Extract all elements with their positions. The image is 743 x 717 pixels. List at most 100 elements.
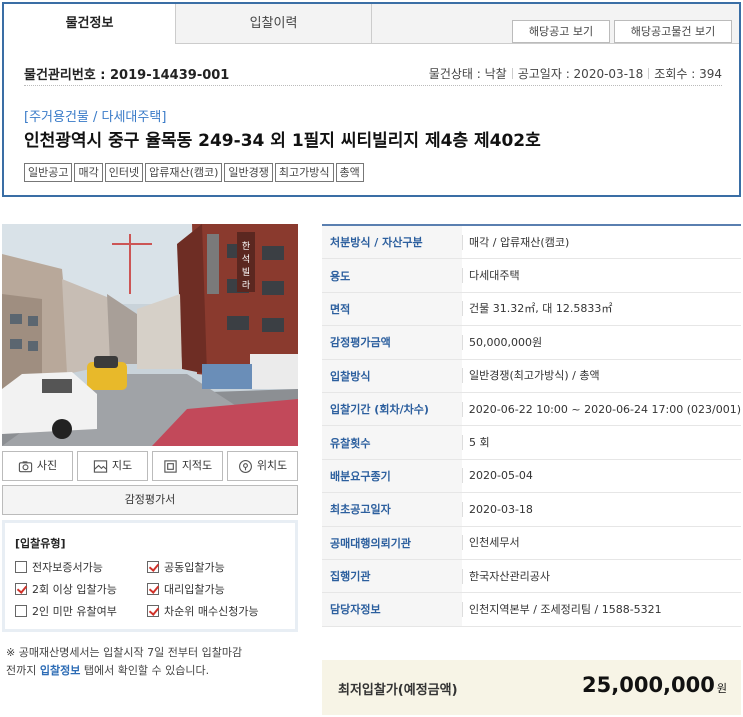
item-header-panel: 물건정보 입찰이력 해당공고 보기 해당공고물건 보기 물건관리번호 : 201…	[2, 2, 741, 197]
property-photo[interactable]: 한 석 빌 라	[2, 224, 298, 446]
bid-option: 공동입찰가능	[147, 559, 293, 575]
tag: 인터넷	[104, 163, 144, 182]
detail-row: 감정평가금액 50,000,000원	[322, 326, 741, 360]
media-button-group: 사진 지도 지적도 위치도	[2, 451, 298, 481]
detail-value: 인천세무서	[462, 535, 741, 551]
detail-row: 입찰방식 일반경쟁(최고가방식) / 총액	[322, 359, 741, 393]
photo-button-label: 사진	[36, 459, 58, 472]
bid-option: 2인 미만 유찰여부	[15, 603, 147, 619]
divider	[648, 68, 650, 79]
detail-row: 공매대행의뢰기관 인천세무서	[322, 526, 741, 560]
price-unit: 원	[716, 682, 727, 695]
checkbox	[15, 583, 27, 595]
notice-text-part: 탭에서 확인할 수 있습니다.	[80, 664, 210, 677]
bid-option: 대리입찰가능	[147, 581, 293, 597]
tab-bid-history[interactable]: 입찰이력	[176, 4, 372, 44]
tag: 일반공고	[24, 163, 73, 182]
notice-line-1: ※ 공매재산명세서는 입찰시작 7일 전부터 입찰마감	[6, 646, 243, 659]
bid-option: 전자보증서가능	[15, 559, 147, 575]
detail-label: 감정평가금액	[322, 326, 462, 359]
bid-option-label: 2인 미만 유찰여부	[32, 605, 117, 618]
bid-type-title: [입찰유형]	[15, 537, 66, 550]
tab-item-info[interactable]: 물건정보	[4, 4, 176, 44]
detail-label: 처분방식 / 자산구분	[322, 226, 462, 259]
detail-value: 2020-06-22 10:00 ~ 2020-06-24 17:00 (023…	[461, 401, 741, 417]
tag: 압류재산(캠코)	[145, 163, 223, 182]
svg-text:라: 라	[242, 280, 251, 291]
bid-option-label: 공동입찰가능	[164, 561, 225, 574]
detail-row: 최초공고일자 2020-03-18	[322, 493, 741, 527]
cadastral-map-button-label: 지적도	[181, 459, 213, 472]
detail-row: 입찰기간 (회차/차수) 2020-06-22 10:00 ~ 2020-06-2…	[322, 392, 741, 427]
bid-type-options: 전자보증서가능 공동입찰가능 2회 이상 입찰가능 대리입찰가능 2인 미만 유…	[15, 559, 285, 619]
cadastral-map-button[interactable]: 지적도	[152, 451, 223, 481]
bid-option-label: 전자보증서가능	[32, 561, 103, 574]
detail-value: 50,000,000원	[462, 334, 741, 350]
minimum-bid-price-value: 25,000,000 원	[582, 673, 727, 697]
detail-label: 집행기관	[322, 559, 462, 593]
detail-value: 한국자산관리공사	[462, 568, 741, 584]
detail-label: 최초공고일자	[322, 493, 462, 526]
item-info-row: 물건관리번호 : 2019-14439-001 물건상태 : 낙찰 공고일자 : …	[24, 62, 722, 86]
notice-date: 공고일자 : 2020-03-18	[517, 67, 644, 81]
detail-row: 담당자정보 인천지역본부 / 조세정리팀 / 1588-5321	[322, 593, 741, 627]
item-detail-table: 처분방식 / 자산구분 매각 / 압류재산(캠코) 용도 다세대주택 면적 건물 31…	[322, 224, 741, 627]
detail-value: 일반경쟁(최고가방식) / 총액	[462, 368, 741, 384]
detail-row: 면적 건물 31.32㎡, 대 12.5833㎡	[322, 292, 741, 327]
map-button-label: 지도	[111, 459, 133, 472]
management-number: 물건관리번호 : 2019-14439-001	[24, 68, 230, 83]
tab-bar: 물건정보 입찰이력 해당공고 보기 해당공고물건 보기	[4, 4, 739, 44]
item-address: 인천광역시 중구 율목동 249-34 외 1필지 씨티빌리지 제4층 제402…	[24, 131, 541, 151]
minimum-bid-price-label: 최저입찰가(예정금액)	[338, 683, 458, 698]
detail-label: 용도	[322, 259, 462, 292]
detail-label: 면적	[322, 292, 462, 326]
street-photo-illustration: 한 석 빌 라	[2, 224, 298, 446]
checkbox	[147, 561, 159, 573]
detail-row: 배분요구종기 2020-05-04	[322, 459, 741, 494]
bid-option-label: 차순위 매수신청가능	[164, 605, 259, 618]
detail-row: 용도 다세대주택	[322, 259, 741, 293]
map-icon	[93, 459, 108, 473]
location-pin-icon	[238, 459, 252, 473]
bid-option-label: 대리입찰가능	[164, 583, 225, 596]
checkbox	[15, 605, 27, 617]
checkbox	[147, 605, 159, 617]
detail-label: 유찰횟수	[322, 426, 462, 459]
bid-option: 차순위 매수신청가능	[147, 603, 293, 619]
svg-text:빌: 빌	[242, 267, 250, 278]
divider	[511, 68, 513, 79]
tag: 일반경쟁	[224, 163, 273, 182]
item-status: 물건상태 : 낙찰	[428, 67, 507, 81]
view-notice-button[interactable]: 해당공고 보기	[512, 20, 610, 43]
bid-info-link[interactable]: 입찰정보	[40, 664, 80, 677]
minimum-bid-price-box: 최저입찰가(예정금액) 25,000,000 원	[322, 660, 741, 715]
detail-row: 유찰횟수 5 회	[322, 426, 741, 460]
detail-label: 배분요구종기	[322, 459, 462, 493]
bid-option-label: 2회 이상 입찰가능	[32, 583, 117, 596]
detail-row: 처분방식 / 자산구분 매각 / 압류재산(캠코)	[322, 226, 741, 260]
notice-text-part: 전까지	[6, 664, 40, 677]
tag: 총액	[335, 163, 364, 182]
detail-label: 담당자정보	[322, 593, 462, 626]
detail-value: 다세대주택	[462, 268, 741, 284]
cadastral-icon	[164, 459, 177, 473]
appraisal-report-button[interactable]: 감정평가서	[2, 485, 298, 515]
map-button[interactable]: 지도	[77, 451, 148, 481]
item-meta: 물건상태 : 낙찰 공고일자 : 2020-03-18 조회수 : 394	[429, 65, 722, 82]
detail-value: 5 회	[462, 435, 741, 451]
view-notice-items-button[interactable]: 해당공고물건 보기	[614, 20, 732, 43]
tag: 매각	[74, 163, 103, 182]
photo-button[interactable]: 사진	[2, 451, 73, 481]
detail-value: 매각 / 압류재산(캠코)	[462, 234, 741, 250]
view-count: 조회수 : 394	[654, 67, 722, 81]
detail-value: 인천지역본부 / 조세정리팀 / 1588-5321	[462, 601, 741, 617]
location-map-button-label: 위치도	[256, 459, 288, 472]
location-map-button[interactable]: 위치도	[227, 451, 298, 481]
checkbox	[15, 561, 27, 573]
detail-value: 건물 31.32㎡, 대 12.5833㎡	[462, 301, 741, 317]
bid-option: 2회 이상 입찰가능	[15, 581, 147, 597]
camera-icon	[18, 460, 33, 472]
svg-text:석: 석	[242, 254, 250, 265]
detail-value: 2020-05-04	[462, 468, 741, 484]
tag: 최고가방식	[274, 163, 334, 182]
